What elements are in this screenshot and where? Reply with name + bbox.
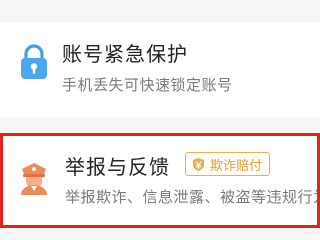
emergency-protection-title: 账号紧急保护 bbox=[62, 42, 188, 66]
fraud-compensation-label: 欺诈赔付 bbox=[210, 158, 263, 174]
emergency-protection-subtitle: 手机丢失可快速锁定账号 bbox=[62, 76, 233, 94]
police-icon bbox=[14, 157, 54, 197]
emergency-protection-item[interactable]: 账号紧急保护 手机丢失可快速锁定账号 bbox=[0, 22, 320, 117]
shield-icon bbox=[191, 157, 206, 172]
report-feedback-item[interactable]: 举报与反馈 欺诈赔付 举报欺诈、信息泄露、被盗等违规行为 bbox=[0, 133, 320, 228]
lock-icon bbox=[14, 42, 54, 82]
fraud-compensation-badge: 欺诈赔付 bbox=[185, 152, 271, 176]
report-feedback-title: 举报与反馈 bbox=[65, 155, 170, 179]
account-security-page: 账号紧急保护 手机丢失可快速锁定账号 举报与反馈 欺诈赔付 举报欺诈、信息泄露、… bbox=[0, 0, 320, 240]
report-feedback-subtitle: 举报欺诈、信息泄露、被盗等违规行为 bbox=[65, 188, 320, 206]
